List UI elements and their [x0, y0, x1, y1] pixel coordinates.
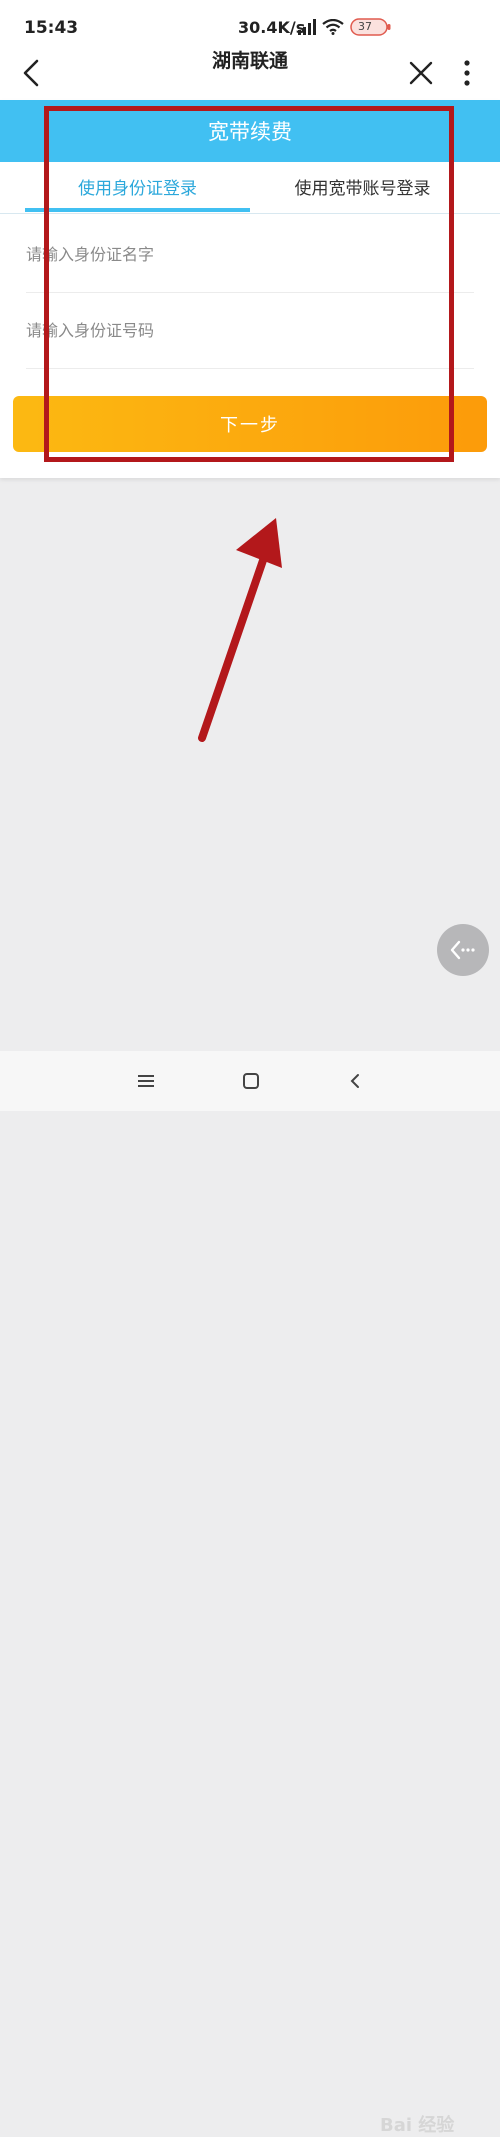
watermark: Bai 经验	[380, 2115, 455, 2136]
active-tab-indicator	[25, 208, 250, 212]
system-nav-bar: Bai 经验	[0, 1051, 500, 2136]
page-header: 宽带续费	[0, 100, 500, 162]
id-number-input[interactable]	[26, 300, 474, 360]
more-options-icon[interactable]	[461, 58, 473, 88]
header-title: 宽带续费	[208, 120, 292, 144]
field-divider	[26, 368, 474, 369]
id-name-input[interactable]	[26, 224, 474, 284]
home-icon[interactable]	[242, 1073, 260, 1089]
nav-back-icon[interactable]	[348, 1073, 362, 1089]
next-step-button[interactable]: 下一步	[13, 396, 487, 452]
tab-id-card-login[interactable]: 使用身份证登录	[25, 174, 250, 199]
status-time: 15:43	[24, 18, 79, 38]
tab-divider	[0, 213, 500, 214]
network-speed: 30.4K/s	[238, 18, 306, 37]
nav-bar: 湖南联通	[0, 44, 500, 100]
field-divider	[26, 292, 474, 293]
menu-icon[interactable]	[136, 1073, 156, 1089]
login-card: 宽带续费 使用身份证登录 使用宽带账号登录 下一步	[0, 100, 500, 478]
chevron-left-dots-icon	[450, 940, 475, 960]
battery-level: 37	[358, 20, 372, 33]
id-name-field	[26, 224, 474, 284]
signal-icon	[298, 19, 316, 35]
id-number-field	[26, 300, 474, 360]
wifi-icon	[322, 19, 344, 35]
annotation-arrow-icon	[198, 518, 282, 742]
close-icon[interactable]	[406, 58, 436, 88]
floating-back-button[interactable]	[437, 924, 489, 976]
tab-broadband-account-login[interactable]: 使用宽带账号登录	[260, 174, 465, 199]
